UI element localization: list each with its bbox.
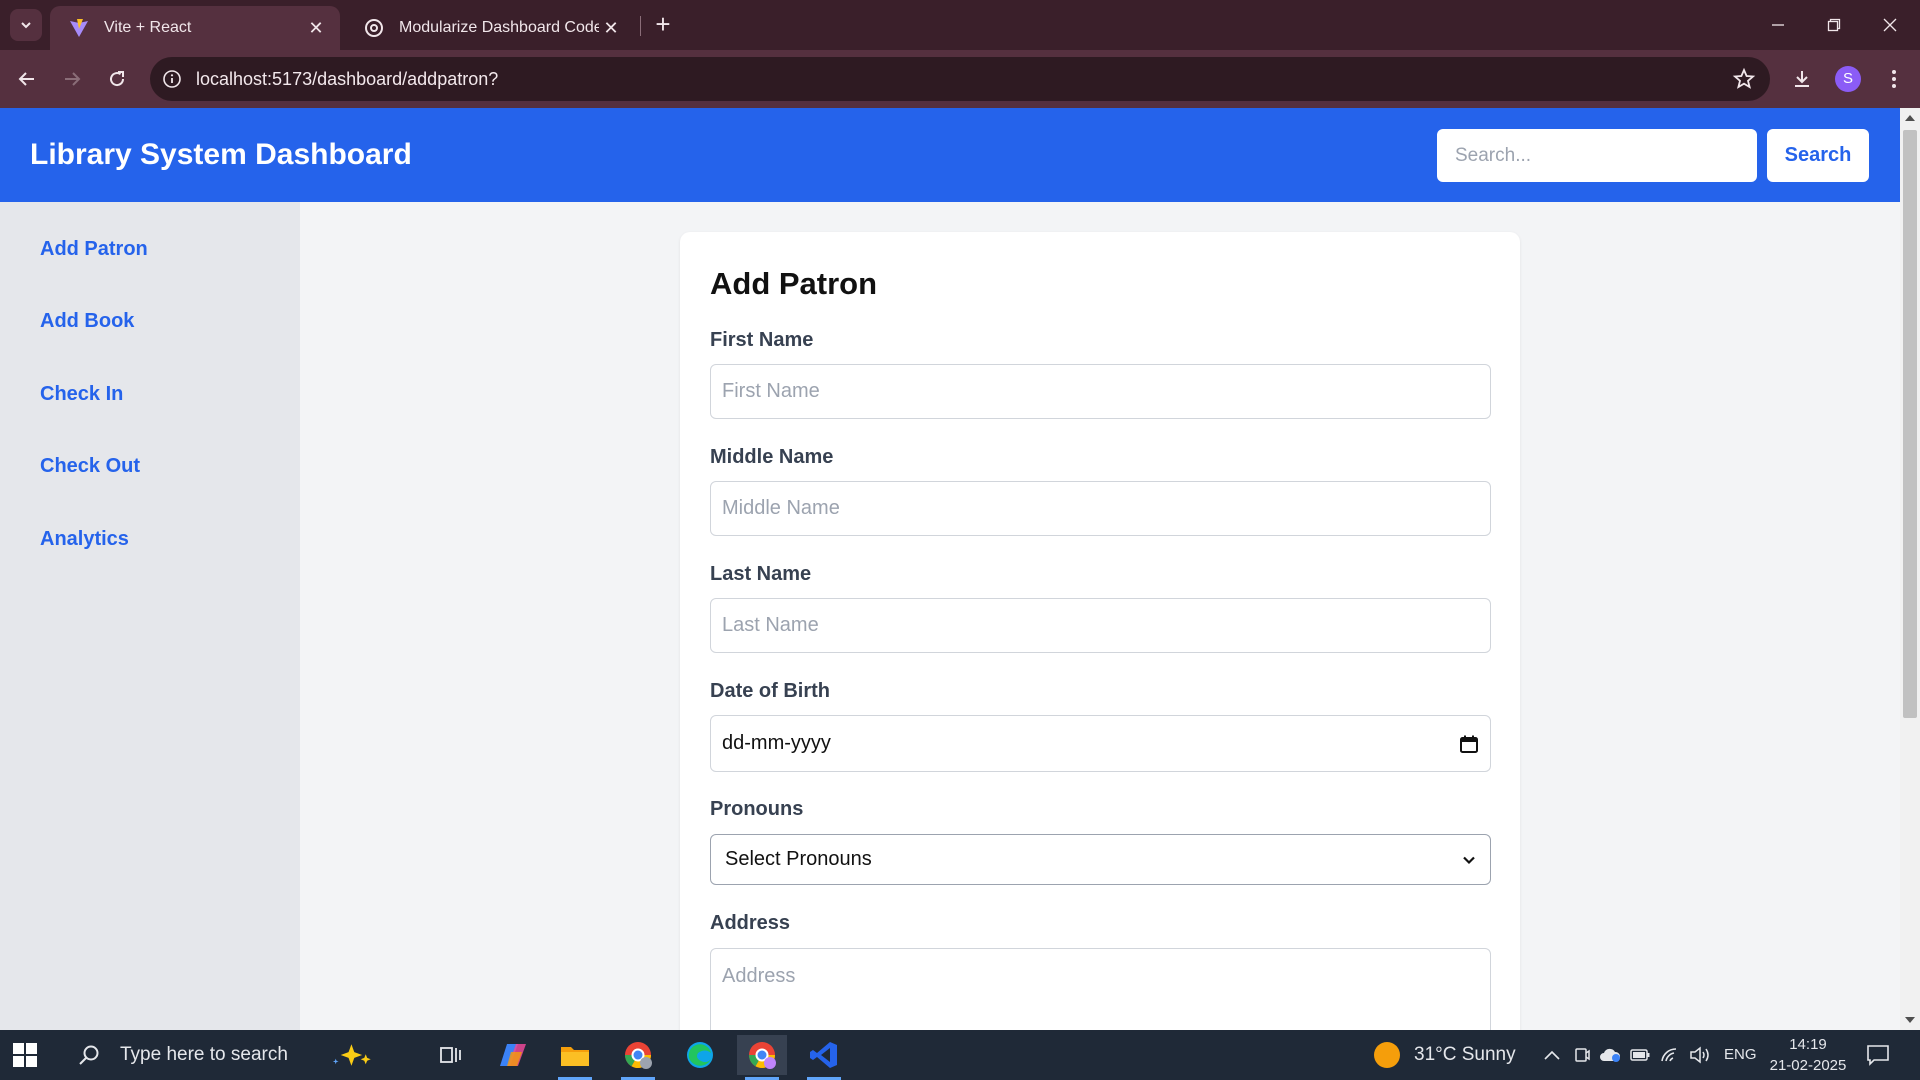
vscode-icon[interactable] <box>799 1035 849 1080</box>
restore-icon <box>1827 18 1841 32</box>
middle-name-label: Middle Name <box>710 446 834 468</box>
bookmark-star-icon[interactable] <box>1732 67 1756 91</box>
app-title: Library System Dashboard <box>30 138 412 171</box>
clock-date: 21-02-2025 <box>1769 1057 1847 1074</box>
main-content: Add Patron First Name Middle Name Last N… <box>300 202 1900 1030</box>
file-explorer-icon[interactable] <box>550 1035 600 1080</box>
weather-text: 31°C Sunny <box>1414 1044 1516 1065</box>
browser-menu-button[interactable] <box>1878 63 1910 95</box>
address-label: Address <box>710 912 791 934</box>
sidebar-item-check-out[interactable]: Check Out <box>40 455 140 478</box>
calendar-icon[interactable] <box>1459 734 1479 754</box>
minimize-icon <box>1772 24 1784 26</box>
tab-search-button[interactable] <box>10 9 42 41</box>
site-info-icon[interactable] <box>160 67 184 91</box>
pronouns-label: Pronouns <box>710 798 804 820</box>
chevron-down-icon <box>1463 856 1475 864</box>
url-text: localhost:5173/dashboard/addpatron? <box>196 69 499 89</box>
scroll-down-arrow-icon[interactable] <box>1904 1014 1916 1026</box>
scroll-up-arrow-icon[interactable] <box>1904 112 1916 124</box>
app-header: Library System Dashboard Search <box>0 108 1900 202</box>
sidebar: Add Patron Add Book Check In Check Out A… <box>0 202 300 1030</box>
close-icon[interactable]: ✕ <box>304 16 328 40</box>
notification-icon[interactable] <box>1866 1043 1890 1067</box>
tab-modularize-dashboard[interactable]: Modularize Dashboard Code ✕ <box>345 6 635 50</box>
scrollbar-thumb[interactable] <box>1903 130 1917 718</box>
taskbar-clock[interactable]: 14:19 21-02-2025 <box>1768 1034 1848 1076</box>
battery-icon[interactable] <box>1628 1043 1652 1067</box>
language-indicator[interactable]: ENG <box>1724 1046 1757 1063</box>
address-bar[interactable]: localhost:5173/dashboard/addpatron? <box>150 57 1770 101</box>
volume-icon[interactable] <box>1688 1043 1712 1067</box>
form-title: Add Patron <box>710 266 878 301</box>
close-icon <box>1883 18 1897 32</box>
meet-now-icon[interactable] <box>1570 1043 1594 1067</box>
windows-start-icon[interactable] <box>12 1042 38 1068</box>
sidebar-item-add-book[interactable]: Add Book <box>40 310 134 333</box>
date-of-birth-value: dd-mm-yyyy <box>722 732 831 754</box>
tab-title: Vite + React <box>104 19 192 36</box>
last-name-field[interactable] <box>710 598 1491 653</box>
window-close-button[interactable] <box>1862 0 1918 50</box>
arrow-left-icon <box>18 72 34 86</box>
sidebar-item-analytics[interactable]: Analytics <box>40 528 129 551</box>
weather-widget[interactable]: 31°C Sunny <box>1374 1030 1516 1080</box>
pronouns-select[interactable]: Select Pronouns <box>710 834 1491 885</box>
copilot-sparkle-icon[interactable] <box>330 1035 380 1075</box>
pronouns-selected-value: Select Pronouns <box>725 848 872 870</box>
arrow-right-icon <box>65 72 81 86</box>
restore-button[interactable] <box>1806 0 1862 50</box>
first-name-field[interactable] <box>710 364 1491 419</box>
chrome-active-icon[interactable] <box>737 1035 787 1080</box>
copilot-app-icon[interactable] <box>488 1035 538 1075</box>
reload-icon <box>110 71 125 87</box>
minimize-button[interactable] <box>1750 0 1806 50</box>
page-scrollbar[interactable] <box>1900 108 1920 1030</box>
search-icon <box>74 1040 104 1070</box>
close-icon[interactable]: ✕ <box>599 16 623 40</box>
downloads-button[interactable] <box>1786 63 1818 95</box>
clock-time: 14:19 <box>1789 1036 1827 1053</box>
profile-avatar[interactable]: S <box>1835 66 1861 92</box>
tab-divider <box>640 16 641 36</box>
tab-vite-react[interactable]: Vite + React ✕ <box>50 6 340 50</box>
middle-name-field[interactable] <box>710 481 1491 536</box>
kebab-menu-icon <box>1892 70 1896 88</box>
last-name-label: Last Name <box>710 563 812 585</box>
date-of-birth-label: Date of Birth <box>710 680 830 702</box>
onedrive-cloud-icon[interactable] <box>1598 1043 1622 1067</box>
chrome-profile-icon[interactable] <box>613 1035 663 1080</box>
date-of-birth-field[interactable]: dd-mm-yyyy <box>710 715 1491 772</box>
taskbar: Type here to search 31°C Sunny ENG 14:19… <box>0 1030 1920 1080</box>
sidebar-item-add-patron[interactable]: Add Patron <box>40 238 148 261</box>
browser-toolbar: localhost:5173/dashboard/addpatron? S <box>0 50 1920 108</box>
reload-button[interactable] <box>101 63 133 95</box>
download-icon <box>1795 71 1809 87</box>
vite-logo-icon <box>68 17 90 39</box>
address-field[interactable] <box>710 948 1491 1030</box>
taskbar-search-text: Type here to search <box>120 1044 288 1065</box>
tab-title: Modularize Dashboard Code <box>399 19 599 36</box>
task-view-icon[interactable] <box>425 1035 475 1075</box>
sidebar-item-check-in[interactable]: Check In <box>40 383 123 406</box>
browser-tab-bar: Vite + React ✕ Modularize Dashboard Code… <box>0 0 1920 50</box>
back-button[interactable] <box>11 63 43 95</box>
sun-icon <box>1374 1042 1400 1068</box>
search-button[interactable]: Search <box>1767 129 1869 182</box>
chatgpt-logo-icon <box>363 17 385 39</box>
wifi-icon[interactable] <box>1658 1043 1682 1067</box>
search-input[interactable] <box>1437 129 1757 182</box>
chevron-down-icon <box>21 22 31 29</box>
edge-browser-icon[interactable] <box>675 1035 725 1075</box>
chevron-up-icon[interactable] <box>1540 1043 1564 1067</box>
first-name-label: First Name <box>710 329 814 351</box>
forward-button[interactable] <box>56 63 88 95</box>
add-patron-form: Add Patron First Name Middle Name Last N… <box>680 232 1520 1030</box>
new-tab-button[interactable]: + <box>650 11 676 38</box>
